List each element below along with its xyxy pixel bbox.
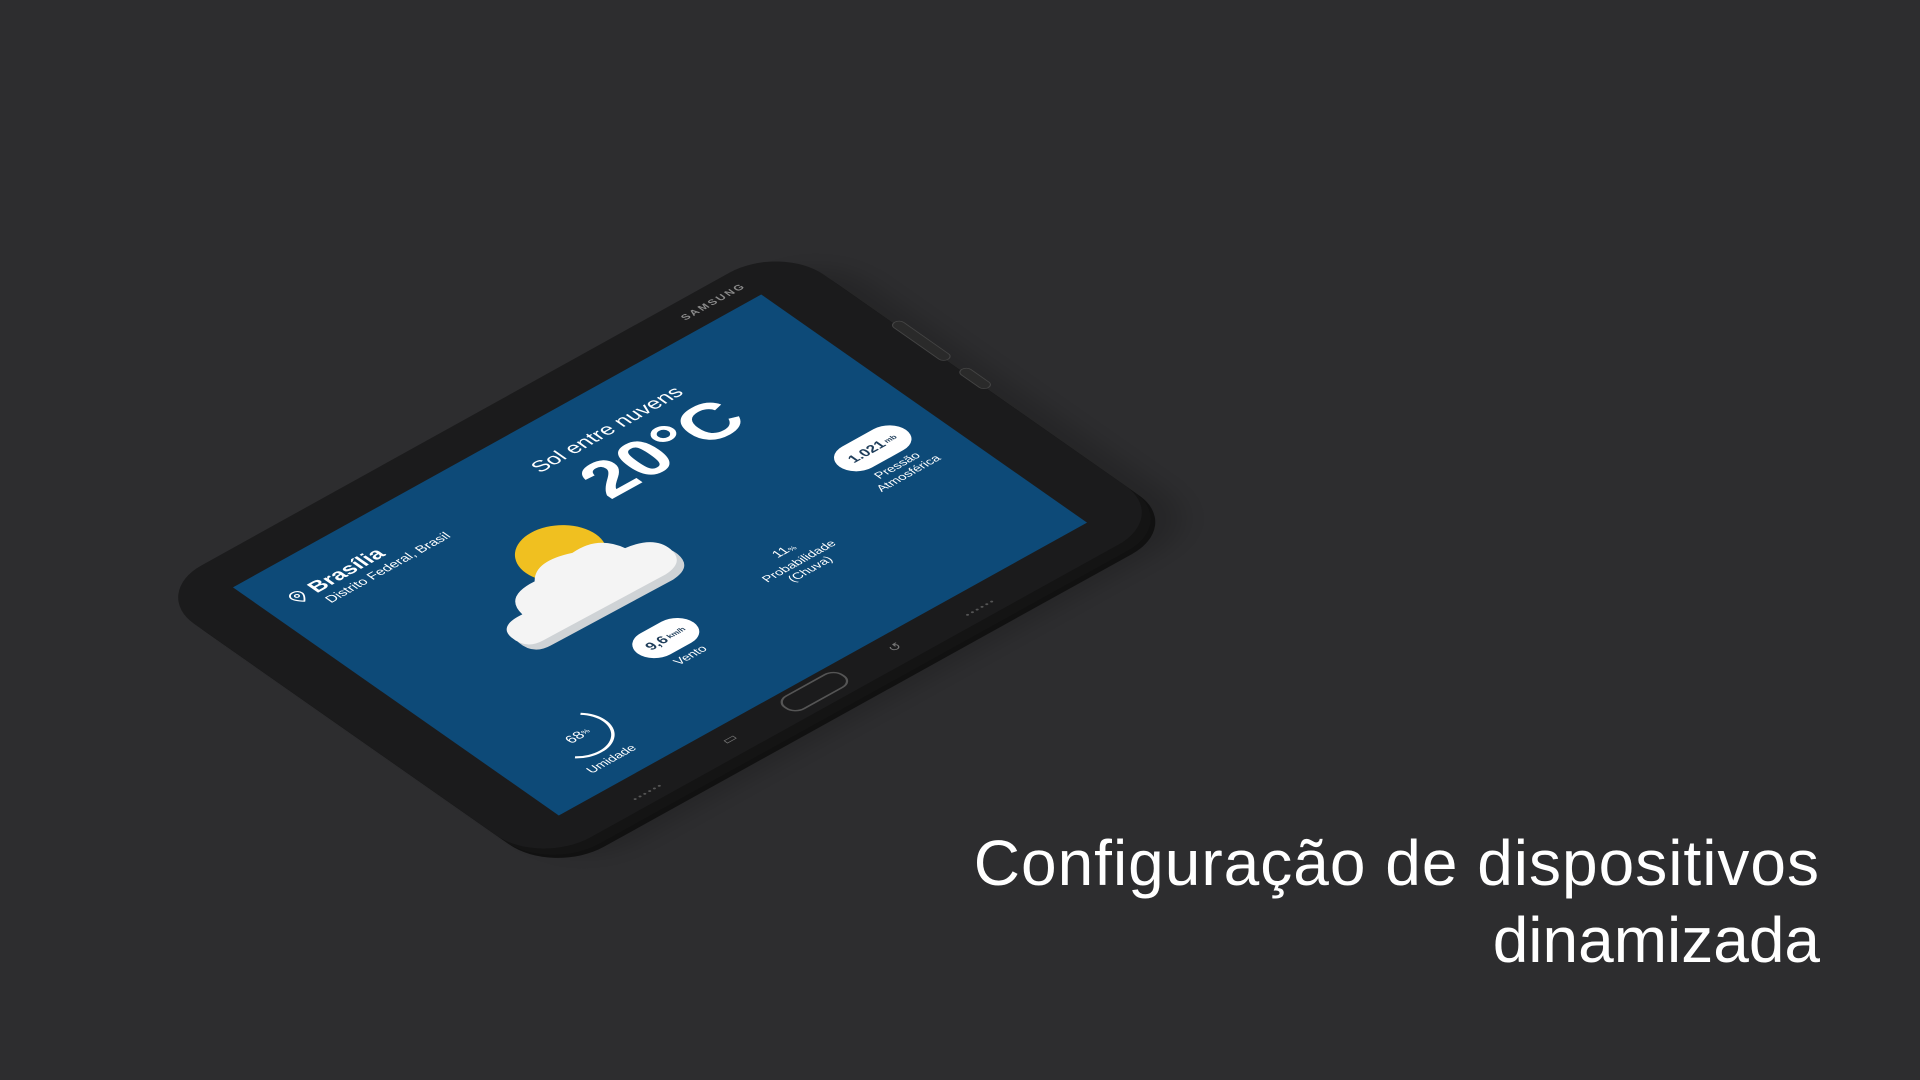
tablet-bezel: SAMSUNG ▭ ↺ •••••• •••••• Brasília Distr [150, 244, 1170, 866]
stage: SAMSUNG ▭ ↺ •••••• •••••• Brasília Distr [0, 0, 1920, 1080]
tablet-device: SAMSUNG ▭ ↺ •••••• •••••• Brasília Distr [150, 244, 1210, 872]
recent-apps-icon[interactable]: ▭ [717, 731, 741, 746]
headline-line-2: dinamizada [1492, 903, 1820, 976]
pressure-metric: 1.021 mb Pressão Atmosférica [810, 411, 963, 504]
pressure-value: 1.021 [843, 438, 890, 466]
humidity-metric: 68% Umidade [515, 697, 657, 785]
back-icon[interactable]: ↺ [884, 640, 907, 655]
headline: Configuração de dispositivos dinamizada [974, 825, 1820, 979]
wind-unit: km/h [664, 625, 688, 640]
location-pin-icon [288, 591, 306, 602]
wind-metric: 9,6 km/h Vento [607, 603, 740, 683]
rain-metric: 11% Probabilidade (Chuva) [708, 505, 864, 600]
headline-line-1: Configuração de dispositivos [973, 827, 1820, 899]
